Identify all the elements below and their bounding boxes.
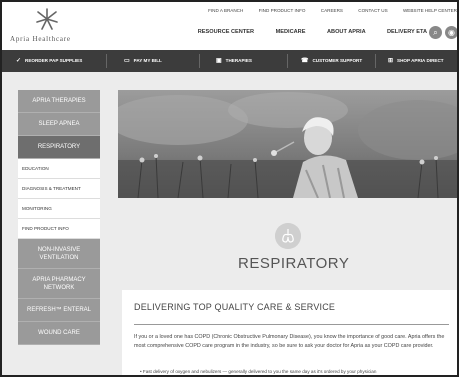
therapies-button[interactable]: ▣ Therapies xyxy=(216,50,252,72)
hero-image xyxy=(118,90,457,198)
utility-links: Find a Branch Find Product Info Careers … xyxy=(194,8,457,17)
reorder-pap-button[interactable]: ✓ Reorder PAP Supplies xyxy=(16,50,82,72)
link-contact-us[interactable]: Contact Us xyxy=(358,8,387,13)
list-item: • Fast delivery of oxygen and nebulizers… xyxy=(140,369,377,374)
cart-icon: ⊞ xyxy=(388,58,394,64)
shop-apria-direct-button[interactable]: ⊞ Shop Apria Direct xyxy=(388,50,444,72)
sidebar-item-wound-care[interactable]: Wound Care xyxy=(18,322,100,345)
sidebar-item-sleep-apnea[interactable]: Sleep Apnea xyxy=(18,113,100,136)
page-frame: Apria Healthcare Find a Branch Find Prod… xyxy=(0,0,459,377)
nav-about-apria[interactable]: About Apria xyxy=(327,29,365,35)
sidebar-subitem-diagnosis-treatment[interactable]: Diagnosis & Treatment xyxy=(18,179,100,199)
lungs-icon xyxy=(275,223,301,249)
therapies-icon: ▣ xyxy=(216,58,222,64)
link-find-branch[interactable]: Find a Branch xyxy=(208,8,243,13)
starburst-logo-icon xyxy=(36,8,58,30)
card-divider xyxy=(134,324,449,325)
quick-action-bar: ✓ Reorder PAP Supplies ▭ Pay My Bill ▣ Ther… xyxy=(2,50,457,72)
sidebar-subitem-monitoring[interactable]: Monitoring xyxy=(18,199,100,219)
sidebar-item-apria-pharmacy-network[interactable]: Apria Pharmacy Network xyxy=(18,269,100,299)
divider xyxy=(287,54,288,68)
page-title: RESPIRATORY xyxy=(238,255,350,272)
sidebar-item-refresh-enteral[interactable]: Refresh™ Enteral xyxy=(18,299,100,322)
sidebar-item-respiratory[interactable]: Respiratory xyxy=(18,136,100,159)
sidebar-item-apria-therapies[interactable]: Apria Therapies xyxy=(18,90,100,113)
content-card: DELIVERING TOP QUALITY CARE & SERVICE If… xyxy=(122,290,457,375)
credit-card-icon: ▭ xyxy=(124,58,130,64)
divider xyxy=(199,54,200,68)
sidebar-subitem-education[interactable]: Education xyxy=(18,159,100,179)
therapy-sidebar: Apria Therapies Sleep Apnea Respiratory … xyxy=(18,90,100,375)
pay-my-bill-button[interactable]: ▭ Pay My Bill xyxy=(124,50,162,72)
link-careers[interactable]: Careers xyxy=(321,8,343,13)
link-help-center[interactable]: Website Help Center xyxy=(403,8,457,13)
nav-medicare[interactable]: Medicare xyxy=(276,29,306,35)
apria-logo[interactable]: Apria Healthcare xyxy=(10,8,90,46)
check-icon: ✓ xyxy=(16,58,22,64)
customer-support-button[interactable]: ☎ Customer Support xyxy=(301,50,362,72)
divider xyxy=(375,54,376,68)
link-find-product-info[interactable]: Find Product Info xyxy=(259,8,306,13)
search-icon[interactable]: ⌕ xyxy=(429,26,442,39)
support-icon: ☎ xyxy=(301,58,309,64)
brand-name: Apria Healthcare xyxy=(10,35,71,43)
main-navigation: Resource Center Medicare About Apria Del… xyxy=(178,29,427,39)
site-header: Apria Healthcare Find a Branch Find Prod… xyxy=(2,2,457,50)
sidebar-item-non-invasive-ventilation[interactable]: Non-Invasive Ventilation xyxy=(18,239,100,269)
hero-photo-illustration xyxy=(118,90,457,198)
account-icon[interactable]: ◉ xyxy=(445,26,457,39)
nav-delivery-eta[interactable]: Delivery ETA xyxy=(387,29,427,35)
nav-resource-center[interactable]: Resource Center xyxy=(198,29,254,35)
card-body-text: If you or a loved one has COPD (Chronic … xyxy=(134,334,445,349)
divider xyxy=(106,54,107,68)
sidebar-subitem-find-product-info[interactable]: Find Product Info xyxy=(18,219,100,239)
card-heading: DELIVERING TOP QUALITY CARE & SERVICE xyxy=(134,302,336,312)
